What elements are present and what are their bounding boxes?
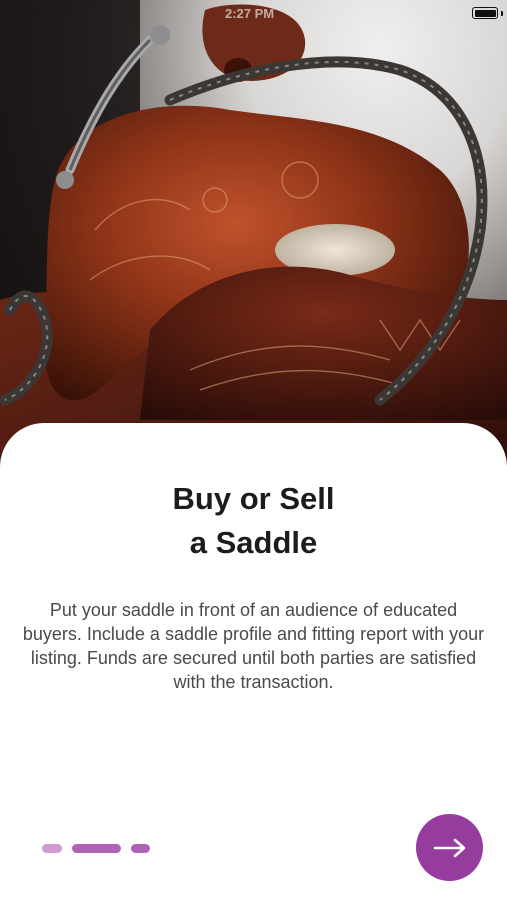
page-indicator bbox=[42, 843, 160, 853]
status-bar: Carrier 2:27 PM bbox=[0, 0, 507, 28]
page-dot-2-active[interactable] bbox=[72, 843, 121, 853]
page-dot-3[interactable] bbox=[131, 843, 150, 853]
arrow-right-icon bbox=[433, 838, 465, 857]
battery-cap bbox=[501, 11, 503, 16]
wifi-icon bbox=[62, 6, 78, 18]
hero-saddle-image bbox=[0, 0, 507, 470]
battery-icon bbox=[472, 7, 498, 19]
onboarding-card: Buy or Sell a Saddle Put your saddle in … bbox=[0, 423, 507, 900]
saddle-illustration bbox=[0, 0, 507, 470]
onboarding-description: Put your saddle in front of an audience … bbox=[22, 600, 485, 692]
status-time: 2:27 PM bbox=[225, 6, 275, 21]
title-line-2: a Saddle bbox=[189, 525, 318, 560]
status-carrier: Carrier bbox=[12, 6, 52, 21]
page-dot-1[interactable] bbox=[42, 843, 62, 853]
onboarding-screen: Carrier 2:27 PM Buy or Sell a Saddle Put… bbox=[0, 0, 507, 900]
onboarding-title: Buy or Sell a Saddle bbox=[0, 477, 507, 565]
title-line-1: Buy or Sell bbox=[172, 481, 335, 516]
next-button[interactable] bbox=[416, 814, 483, 881]
battery-level bbox=[474, 9, 496, 17]
